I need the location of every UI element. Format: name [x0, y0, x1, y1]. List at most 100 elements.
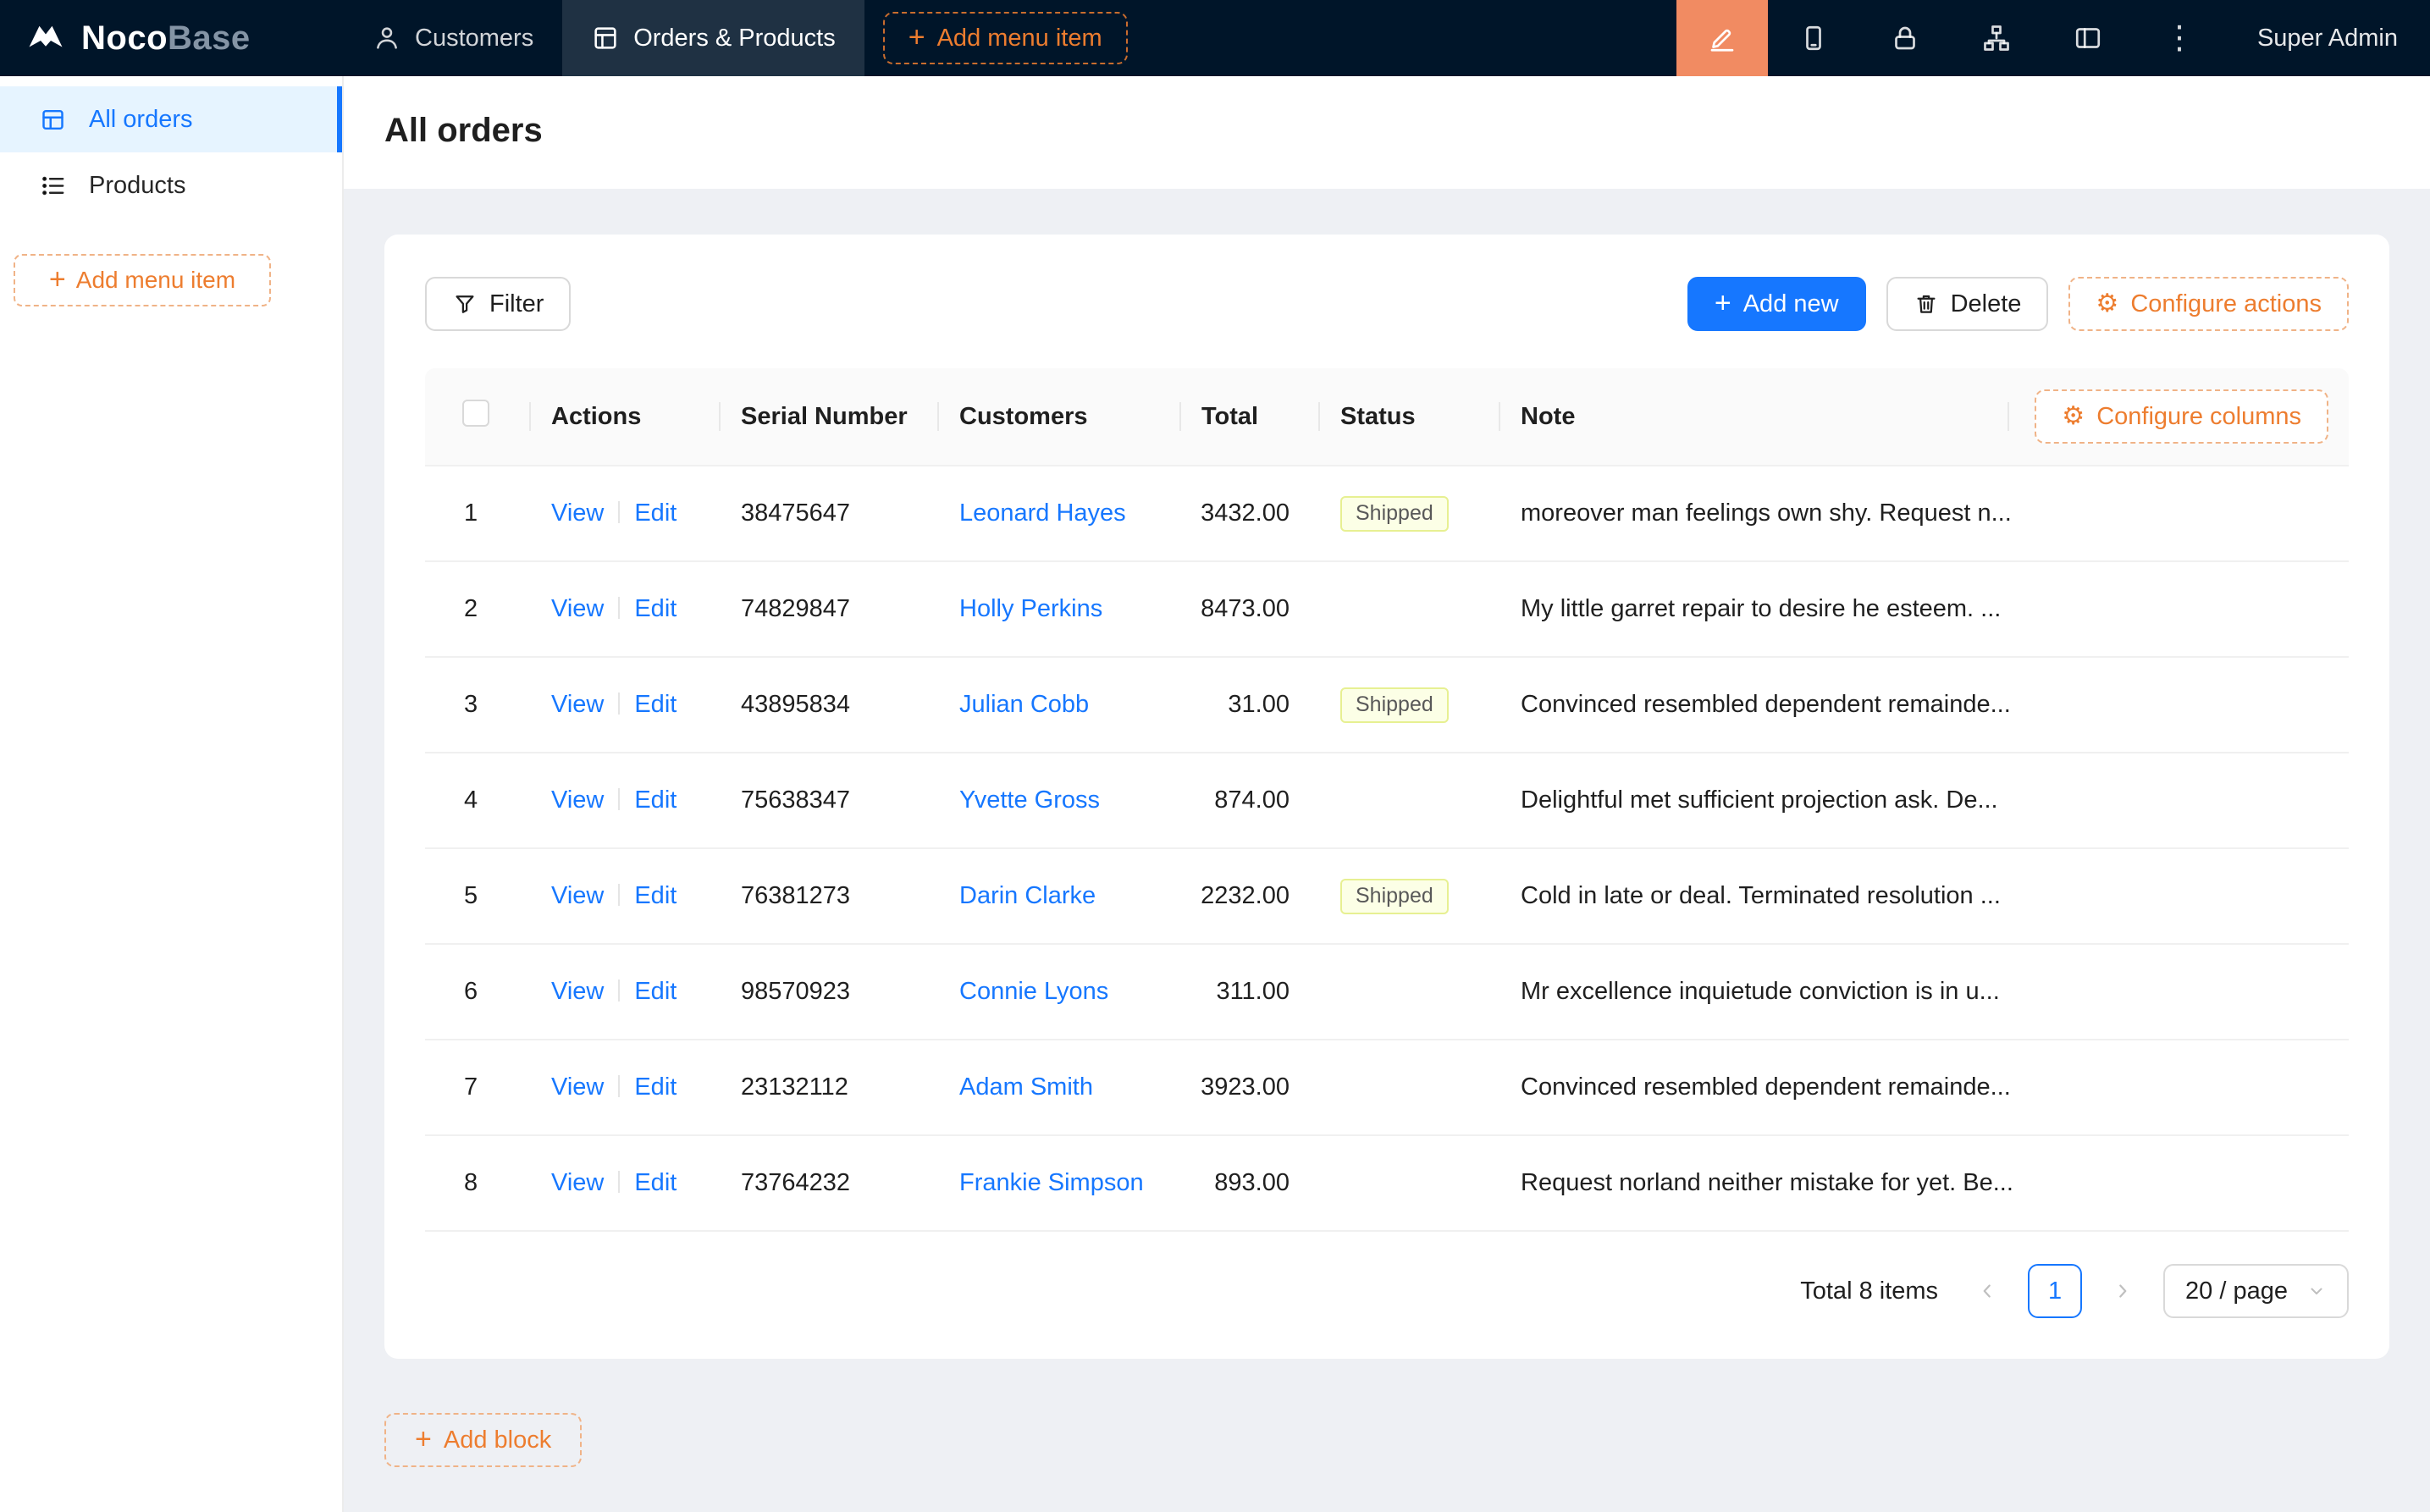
api-icon [1981, 23, 2012, 53]
row-index: 5 [425, 882, 531, 910]
customer-cell: Connie Lyons [939, 978, 1181, 1006]
customer-link[interactable]: Holly Perkins [959, 595, 1102, 622]
edit-link[interactable]: Edit [634, 882, 677, 909]
row-index: 4 [425, 786, 531, 814]
actions-cell: View Edit [531, 1073, 721, 1101]
customer-link[interactable]: Adam Smith [959, 1073, 1093, 1101]
sidebar-item-label: Products [89, 172, 185, 200]
trash-icon [1914, 291, 1939, 317]
status-badge: Shipped [1340, 496, 1449, 532]
topbar-spacer [1128, 0, 1676, 76]
add-block-button[interactable]: + Add block [384, 1413, 582, 1467]
customer-cell: Darin Clarke [939, 882, 1181, 910]
customer-link[interactable]: Leonard Hayes [959, 499, 1126, 527]
page-title: All orders [384, 112, 2389, 150]
customer-link[interactable]: Darin Clarke [959, 882, 1096, 909]
mobile-preview-button[interactable] [1768, 0, 1859, 76]
layout-button[interactable] [2042, 0, 2134, 76]
lock-button[interactable] [1859, 0, 1951, 76]
note-cell: Convinced resembled dependent remainde..… [1500, 1073, 2349, 1101]
view-link[interactable]: View [551, 499, 604, 527]
content-area: Filter + Add new Delete ⚙ [344, 189, 2430, 1512]
table-row: 7 ViewEdit 23132112 Adam Smith 3923.00 C… [425, 1040, 2349, 1136]
more-button[interactable]: ⋮ [2134, 0, 2225, 76]
action-divider [618, 1171, 620, 1193]
user-menu[interactable]: Super Admin [2225, 0, 2430, 76]
nav-item-orders-products[interactable]: Orders & Products [562, 0, 864, 76]
edit-link[interactable]: Edit [634, 1169, 677, 1196]
sidebar-item-products[interactable]: Products [0, 152, 342, 218]
nav-item-customers[interactable]: Customers [344, 0, 562, 76]
actions-cell: View Edit [531, 499, 721, 527]
edit-link[interactable]: Edit [634, 978, 677, 1005]
edit-link[interactable]: Edit [634, 786, 677, 814]
view-link[interactable]: View [551, 786, 604, 814]
customers-icon [373, 24, 401, 52]
customer-cell: Julian Cobb [939, 691, 1181, 719]
plus-icon: + [415, 1425, 432, 1454]
edit-link[interactable]: Edit [634, 1073, 677, 1101]
column-header-note-cell: Note ⚙ Configure columns [1500, 389, 2349, 444]
customer-link[interactable]: Julian Cobb [959, 691, 1089, 718]
view-link[interactable]: View [551, 978, 604, 1005]
customer-link[interactable]: Frankie Simpson [959, 1169, 1144, 1196]
page-header: All orders [344, 76, 2430, 189]
table-icon [39, 106, 67, 134]
view-link[interactable]: View [551, 1169, 604, 1196]
action-divider [618, 788, 620, 810]
sidebar-item-all-orders[interactable]: All orders [0, 86, 342, 152]
table-row: 4 ViewEdit 75638347 Yvette Gross 874.00 … [425, 753, 2349, 849]
customer-link[interactable]: Connie Lyons [959, 978, 1108, 1005]
ellipsis-icon: ⋮ [2163, 22, 2195, 54]
chevron-right-icon [2112, 1280, 2134, 1302]
logo-text-light: Base [168, 19, 251, 57]
sidebar-add-menu-item-button[interactable]: + Add menu item [14, 254, 271, 306]
select-all-checkbox[interactable] [462, 400, 489, 427]
serial-number-cell: 98570923 [721, 978, 939, 1006]
actions-cell: View Edit [531, 595, 721, 623]
pagination-total: Total 8 items [1800, 1277, 1938, 1305]
nav-item-label: Orders & Products [633, 25, 836, 52]
plus-icon: + [908, 23, 925, 52]
prev-page-button[interactable] [1960, 1264, 2014, 1318]
orders-table: Actions Serial Number Customers Total St… [425, 368, 2349, 1232]
column-header-total: Total [1181, 403, 1320, 431]
edit-link[interactable]: Edit [634, 691, 677, 718]
delete-button[interactable]: Delete [1886, 277, 2049, 331]
view-link[interactable]: View [551, 1073, 604, 1101]
page-number-button[interactable]: 1 [2028, 1264, 2082, 1318]
serial-number-cell: 73764232 [721, 1169, 939, 1197]
view-link[interactable]: View [551, 691, 604, 718]
orders-icon [591, 24, 620, 52]
ui-editor-button[interactable] [1676, 0, 1768, 76]
serial-number-cell: 23132112 [721, 1073, 939, 1101]
column-header-note: Note [1521, 403, 1575, 431]
api-button[interactable] [1951, 0, 2042, 76]
configure-columns-button[interactable]: ⚙ Configure columns [2035, 389, 2328, 444]
next-page-button[interactable] [2096, 1264, 2150, 1318]
view-link[interactable]: View [551, 882, 604, 909]
filter-button[interactable]: Filter [425, 277, 571, 331]
serial-number-cell: 43895834 [721, 691, 939, 719]
highlighter-icon [1707, 23, 1737, 53]
lock-icon [1890, 23, 1920, 53]
add-new-button[interactable]: + Add new [1687, 277, 1866, 331]
edit-link[interactable]: Edit [634, 595, 677, 622]
page-size-select[interactable]: 20 / page [2163, 1264, 2349, 1318]
actions-cell: View Edit [531, 786, 721, 814]
main-area: All orders Filter + Add new [344, 76, 2430, 1512]
add-new-button-label: Add new [1743, 290, 1839, 318]
row-index: 6 [425, 978, 531, 1006]
sidebar: All orders Products + Add menu item [0, 76, 344, 1512]
customer-link[interactable]: Yvette Gross [959, 786, 1100, 814]
view-link[interactable]: View [551, 595, 604, 622]
topbar-add-menu-item-button[interactable]: + Add menu item [883, 12, 1128, 64]
action-divider [618, 693, 620, 715]
plus-icon: + [49, 265, 66, 294]
row-index: 1 [425, 499, 531, 527]
serial-number-cell: 75638347 [721, 786, 939, 814]
configure-actions-button[interactable]: ⚙ Configure actions [2068, 277, 2349, 331]
mobile-icon [1798, 23, 1829, 53]
action-divider [618, 884, 620, 906]
edit-link[interactable]: Edit [634, 499, 677, 527]
